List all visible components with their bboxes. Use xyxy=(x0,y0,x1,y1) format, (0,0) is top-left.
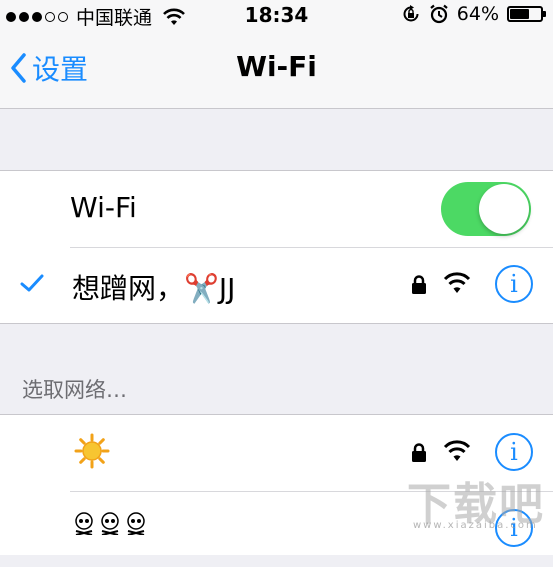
alarm-clock-icon xyxy=(430,4,448,24)
status-bar: 中国联通 18:34 64% xyxy=(0,0,553,29)
wifi-signal-icon xyxy=(443,440,471,461)
wifi-toggle-label: Wi-Fi xyxy=(70,191,137,224)
info-button[interactable]: i xyxy=(495,265,533,303)
battery-icon xyxy=(507,6,546,22)
navigation-bar: 设置 Wi-Fi xyxy=(0,28,553,109)
page-title: Wi-Fi xyxy=(236,50,317,83)
wifi-toggle-switch[interactable] xyxy=(441,182,531,236)
watermark-logo: 下载吧 www.xiazaiba.com xyxy=(407,468,547,534)
battery-percentage: 64% xyxy=(456,3,499,25)
wifi-signal-icon xyxy=(443,272,471,293)
toggle-knob xyxy=(479,184,529,234)
skull-emoji-icon xyxy=(72,511,148,535)
sun-emoji-icon xyxy=(74,433,110,469)
lock-icon xyxy=(412,443,426,462)
rotation-lock-icon xyxy=(403,5,419,22)
lock-icon xyxy=(412,275,426,294)
choose-network-header: 选取网络… xyxy=(22,378,127,402)
info-button[interactable]: i xyxy=(495,433,533,471)
connected-network-name: 想蹭网，✂️JJ xyxy=(72,272,236,305)
watermark-url: www.xiazaiba.com xyxy=(413,520,538,531)
wifi-group: Wi-Fi 想蹭网，✂️JJ i xyxy=(0,170,553,324)
status-right: 64% xyxy=(401,3,546,25)
wifi-toggle-row: Wi-Fi xyxy=(0,171,553,247)
checkmark-icon xyxy=(20,274,44,292)
connected-network-row[interactable]: 想蹭网，✂️JJ i xyxy=(0,247,553,323)
